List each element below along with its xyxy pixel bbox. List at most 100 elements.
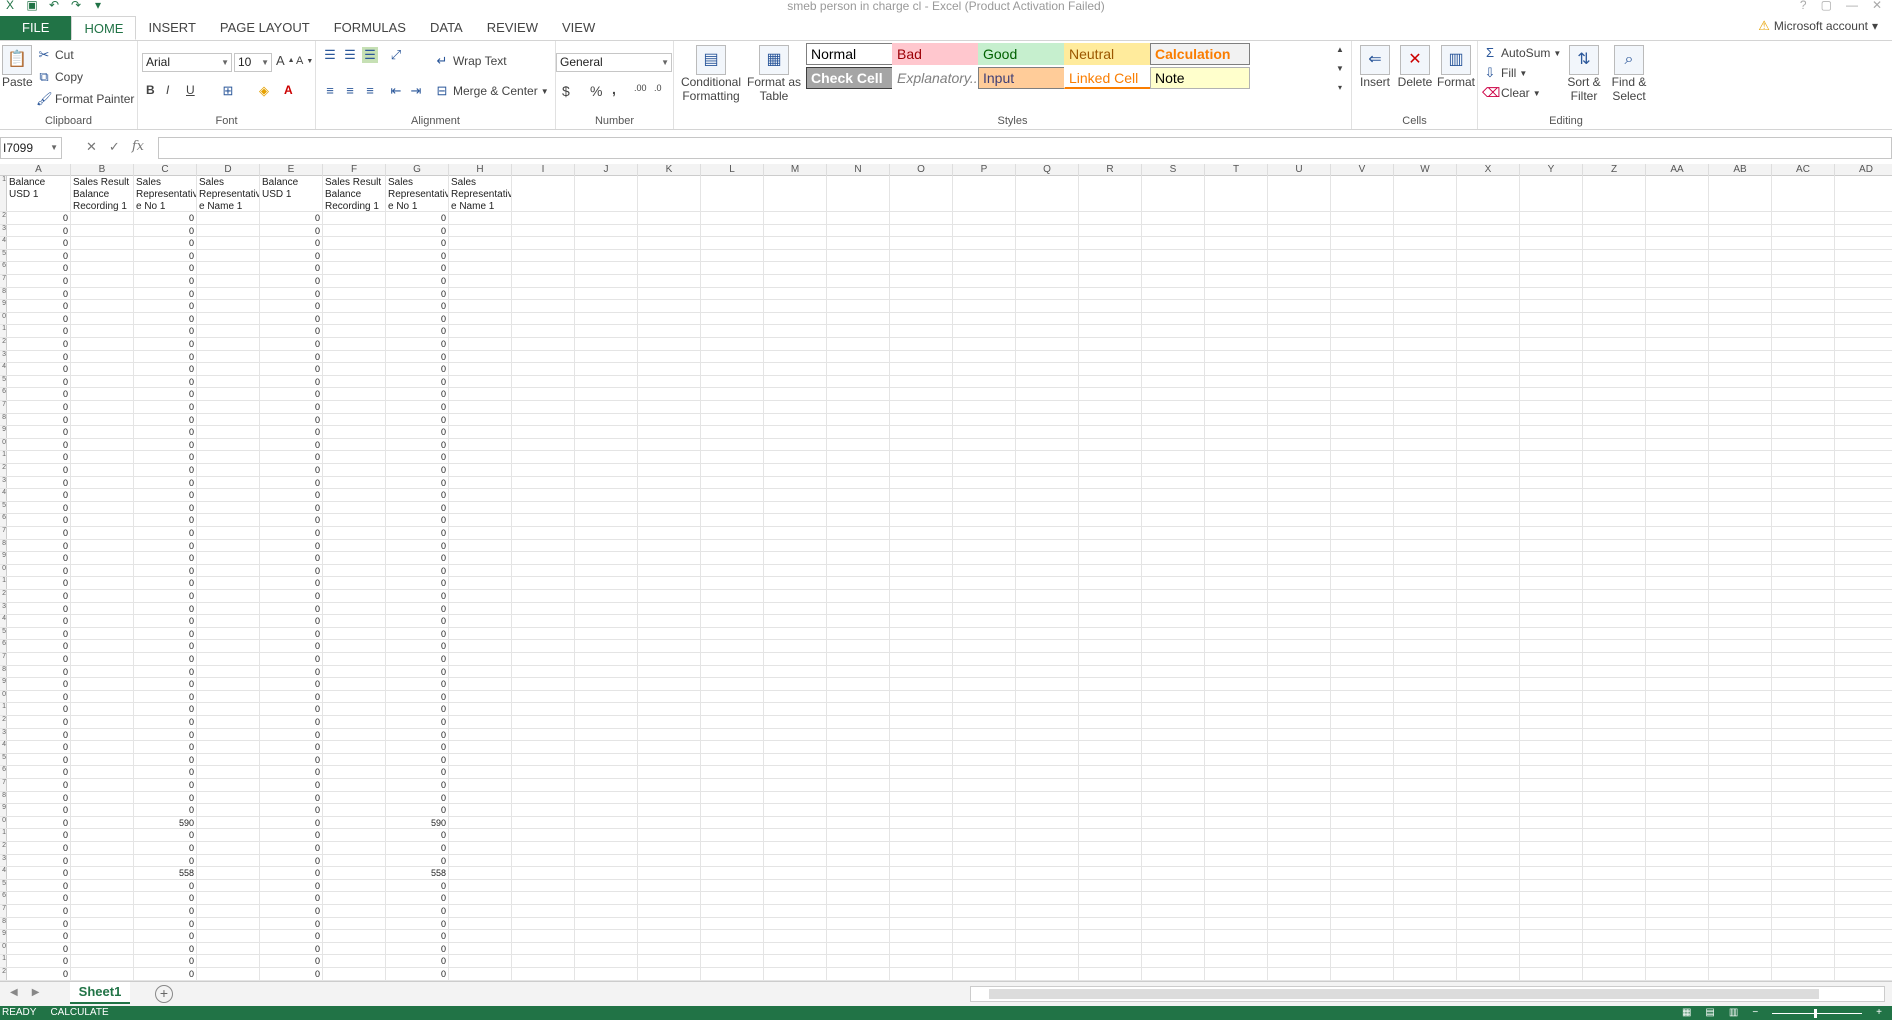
cell[interactable] [1646,892,1709,904]
cell[interactable] [323,728,386,741]
cell[interactable]: 0 [386,438,449,451]
cell[interactable]: 0 [260,640,323,652]
header-cell[interactable]: Balance USD 1 [7,176,71,211]
cell[interactable] [890,300,953,312]
cell[interactable] [575,476,638,489]
cell[interactable] [1772,602,1835,615]
cell[interactable] [638,275,701,287]
cell[interactable] [953,842,1016,854]
cell[interactable]: 0 [7,249,71,262]
cell[interactable] [1772,312,1835,325]
cell[interactable] [764,363,827,375]
cell[interactable]: 0 [260,388,323,400]
cell[interactable] [1772,451,1835,463]
cell[interactable] [953,854,1016,867]
cell[interactable] [197,401,260,413]
cell[interactable] [1520,514,1583,526]
cell[interactable] [1646,879,1709,892]
cell[interactable] [1394,527,1457,539]
cell[interactable]: 0 [386,275,449,287]
cell[interactable] [1394,955,1457,967]
cell[interactable] [512,501,575,514]
align-top-button[interactable]: ☰ [322,47,338,63]
cell[interactable] [1709,564,1772,577]
cell[interactable] [764,350,827,363]
cell[interactable] [323,678,386,690]
cell[interactable]: 0 [260,338,323,350]
cell[interactable] [764,653,827,665]
cell[interactable] [449,577,512,589]
cell[interactable] [1772,665,1835,678]
cell[interactable] [1709,879,1772,892]
cell[interactable] [1835,262,1892,274]
cell[interactable] [1520,375,1583,388]
cell[interactable]: 0 [7,312,71,325]
cell[interactable]: 0 [260,766,323,778]
cell[interactable] [1394,577,1457,589]
cell[interactable] [512,489,575,501]
cell[interactable] [1772,249,1835,262]
cell[interactable] [1583,854,1646,867]
cell[interactable] [449,753,512,766]
cell[interactable] [1772,842,1835,854]
cell[interactable]: 0 [134,716,197,728]
cell[interactable] [638,741,701,753]
cell[interactable] [827,388,890,400]
cell[interactable] [1583,892,1646,904]
cell[interactable] [512,527,575,539]
cell[interactable] [1268,527,1331,539]
cell[interactable] [1331,627,1394,640]
cell[interactable] [764,300,827,312]
cell[interactable] [1646,791,1709,804]
cell[interactable] [1457,842,1520,854]
cell[interactable] [449,388,512,400]
cell[interactable] [1331,451,1394,463]
cell[interactable] [1142,363,1205,375]
cell[interactable] [1331,325,1394,337]
cell[interactable] [1646,653,1709,665]
cell[interactable] [701,930,764,942]
cell[interactable] [197,375,260,388]
cell[interactable] [1457,829,1520,841]
cell[interactable] [701,905,764,917]
row-header[interactable]: 1 [0,325,7,337]
cell[interactable] [1268,879,1331,892]
cell[interactable] [1394,879,1457,892]
cell[interactable] [71,753,134,766]
cell[interactable] [890,388,953,400]
cell[interactable] [638,464,701,476]
cell[interactable] [1772,942,1835,955]
cell[interactable] [1583,615,1646,627]
cell[interactable]: 0 [386,905,449,917]
cell[interactable] [197,325,260,337]
cell[interactable] [1016,577,1079,589]
cell[interactable]: 0 [7,438,71,451]
cell[interactable] [701,854,764,867]
cell-style-explanatory[interactable]: Explanatory... [892,67,992,89]
cell[interactable] [1457,690,1520,703]
cell[interactable] [764,779,827,791]
cell[interactable] [764,829,827,841]
cell[interactable] [890,842,953,854]
grow-font-button[interactable]: A ▲ [276,53,295,68]
cell[interactable] [1520,237,1583,249]
cell[interactable] [1520,212,1583,224]
cell[interactable] [1016,539,1079,552]
cell[interactable] [953,438,1016,451]
cell[interactable] [1394,237,1457,249]
cell[interactable] [1457,489,1520,501]
cell[interactable]: 0 [386,426,449,438]
cell[interactable] [323,590,386,602]
cell[interactable] [1394,766,1457,778]
cell[interactable] [1331,338,1394,350]
cell[interactable] [1268,741,1331,753]
cell[interactable] [1583,539,1646,552]
cell[interactable] [1016,791,1079,804]
cell[interactable] [827,968,890,980]
cell[interactable] [953,401,1016,413]
cell[interactable] [1709,854,1772,867]
cell[interactable] [1646,501,1709,514]
cell[interactable] [449,690,512,703]
cell[interactable] [1205,627,1268,640]
cell[interactable] [701,867,764,879]
